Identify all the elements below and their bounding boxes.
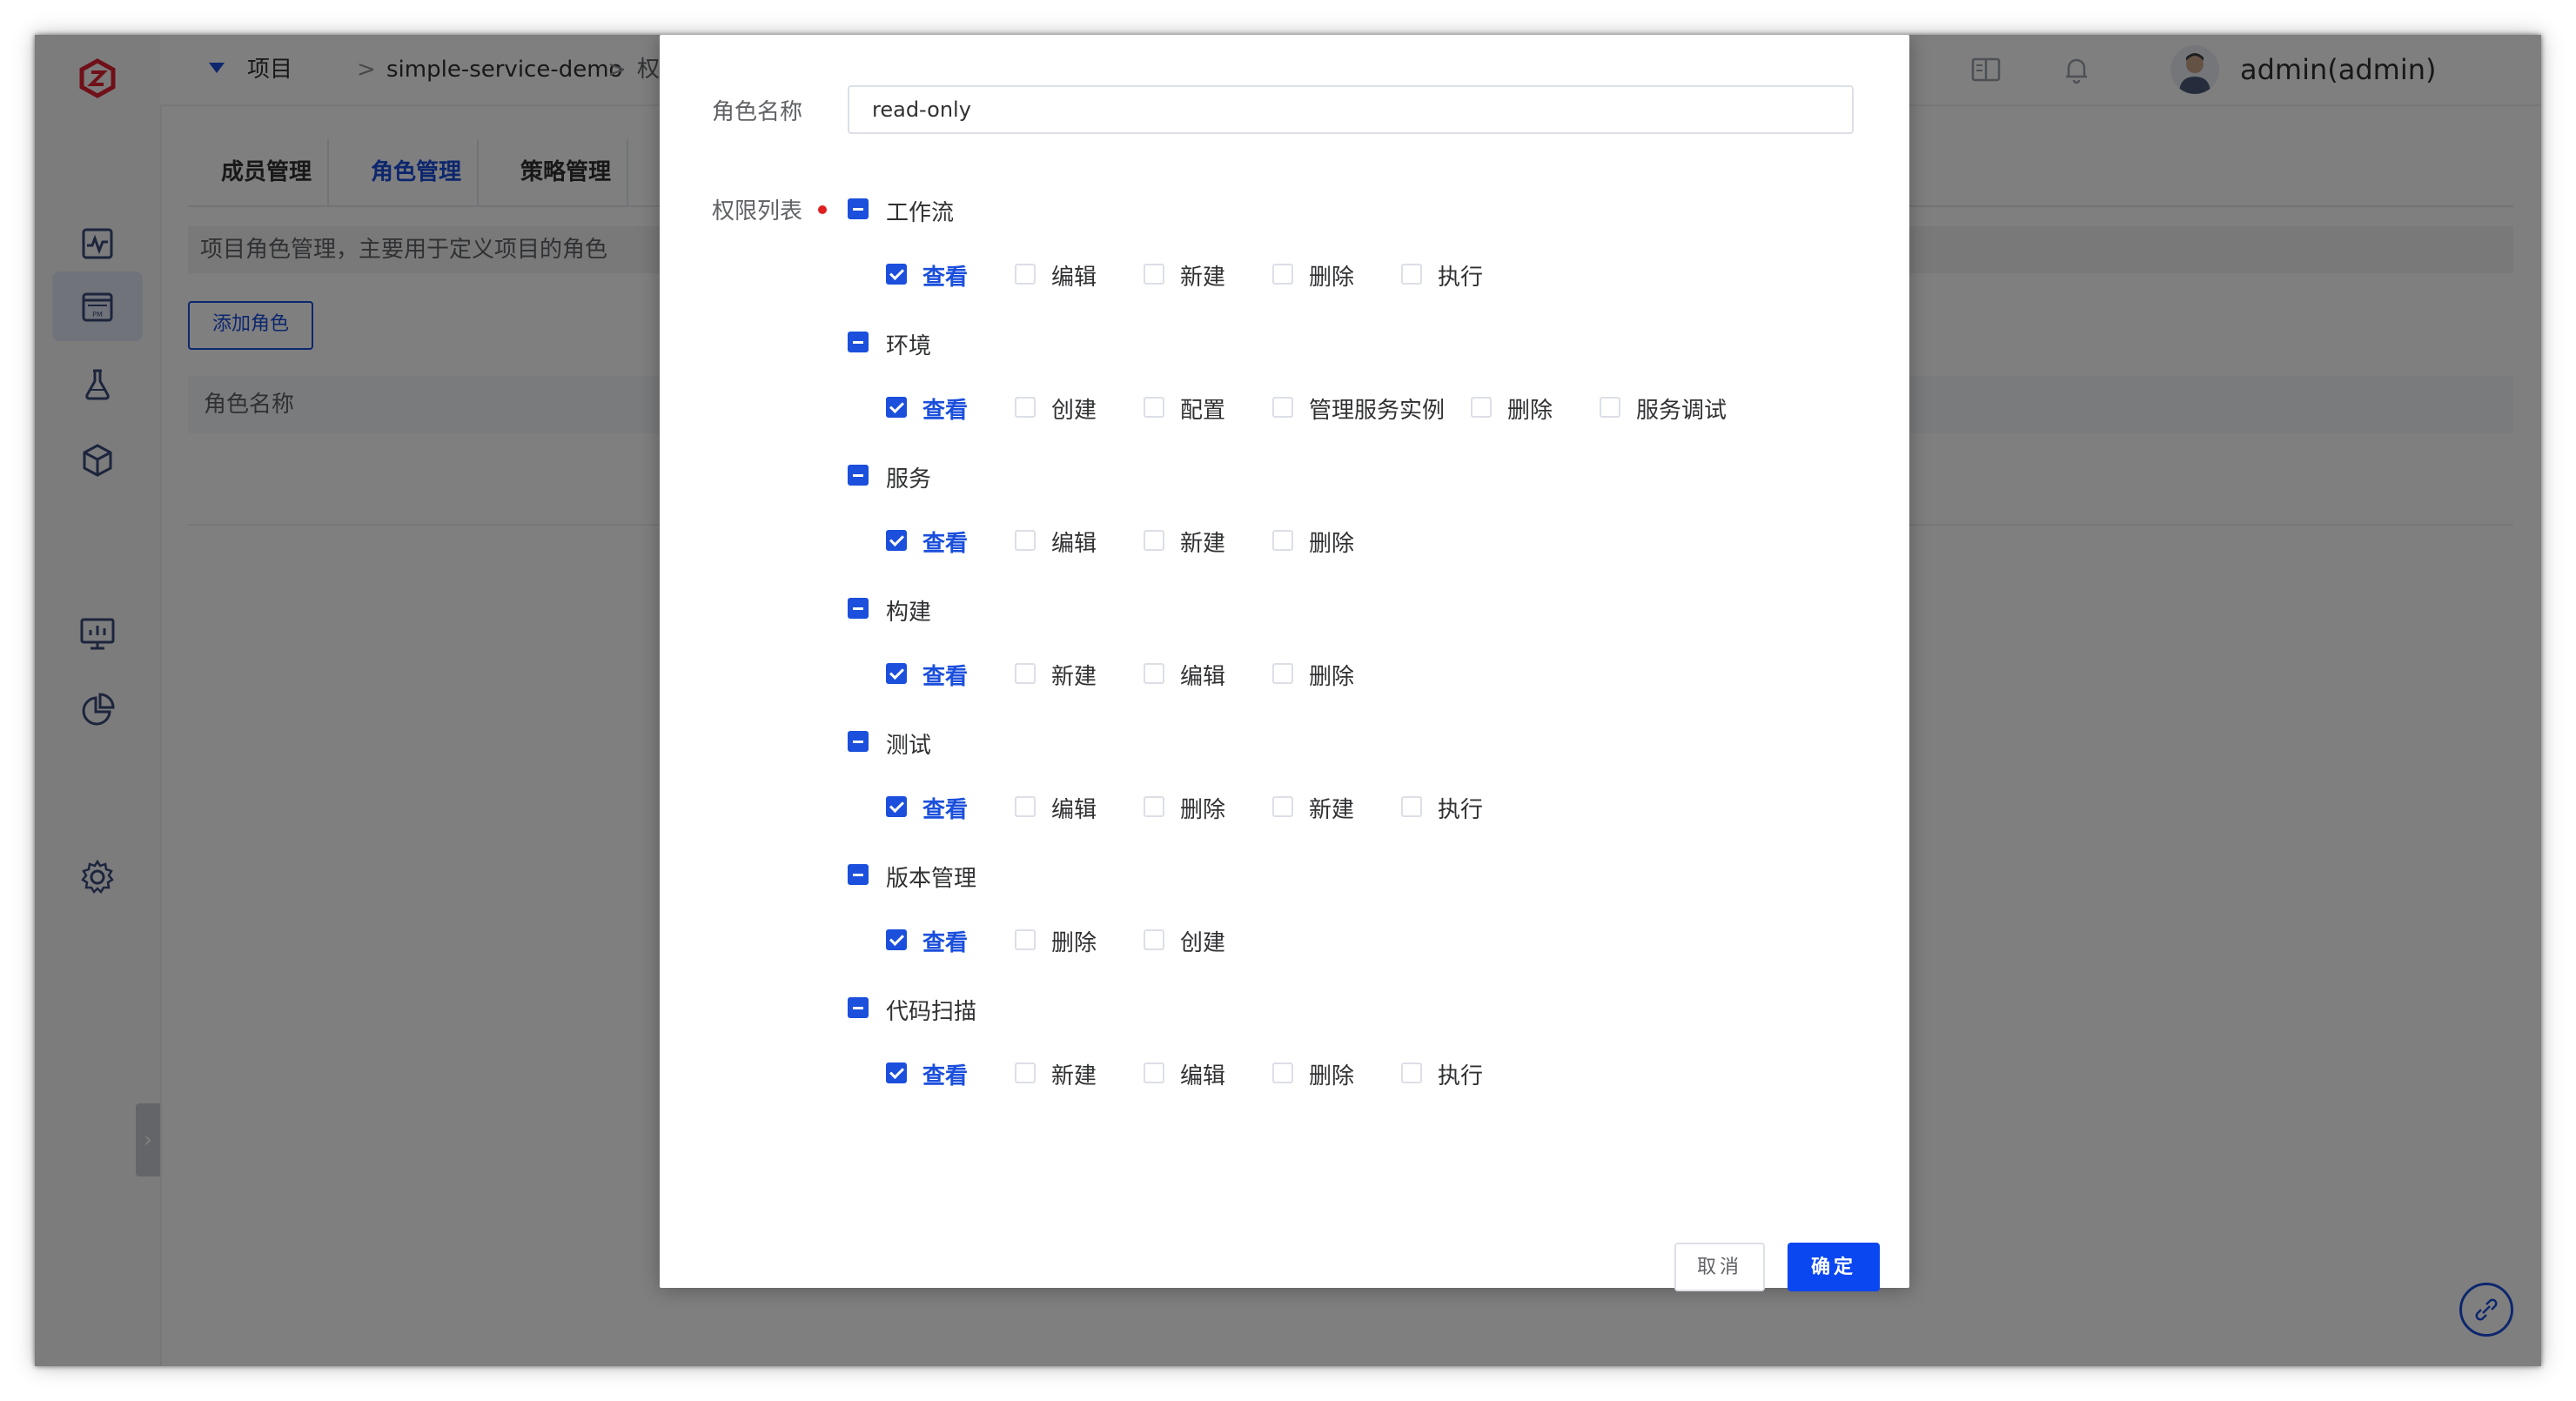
permission-checkbox[interactable]: [1401, 796, 1422, 817]
group-label: 环境: [886, 333, 932, 359]
permission-label: 管理服务实例: [1309, 398, 1446, 424]
group-checkbox[interactable]: [848, 997, 869, 1018]
permission-label: 删除: [1180, 797, 1226, 823]
permission-checkbox[interactable]: [1015, 264, 1036, 285]
permission-checkbox[interactable]: [1272, 1062, 1293, 1083]
permission-checkbox[interactable]: [1272, 663, 1293, 684]
permission-label: 执行: [1438, 797, 1484, 823]
role-name-label: 角色名称: [712, 99, 803, 125]
permission-label: 查看: [922, 930, 969, 956]
permission-label: 查看: [922, 531, 969, 557]
group-checkbox[interactable]: [848, 731, 869, 752]
permission-checkbox[interactable]: [886, 929, 907, 950]
group-checkbox[interactable]: [848, 198, 869, 219]
permission-label: 删除: [1309, 664, 1355, 690]
group-label: 构建: [886, 600, 932, 626]
permission-checkbox[interactable]: [886, 397, 907, 418]
cancel-button[interactable]: 取消: [1674, 1243, 1765, 1291]
permission-label: 服务调试: [1636, 398, 1727, 424]
permission-checkbox[interactable]: [1144, 663, 1164, 684]
permission-label: 执行: [1438, 1063, 1484, 1089]
permission-label: 创建: [1051, 398, 1097, 424]
permission-label: 新建: [1180, 265, 1226, 291]
group-label: 工作流: [886, 200, 955, 226]
group-checkbox[interactable]: [848, 598, 869, 619]
permission-label: 新建: [1309, 797, 1355, 823]
permission-label: 编辑: [1051, 797, 1097, 823]
group-checkbox[interactable]: [848, 465, 869, 486]
permission-label: 新建: [1051, 1063, 1097, 1089]
permission-label: 执行: [1438, 265, 1484, 291]
role-edit-dialog: 角色名称 权限列表 工作流查看编辑新建删除执行环境查看创建配置管理服务实例删除服…: [660, 35, 1909, 1291]
permission-label: 删除: [1051, 930, 1097, 956]
permission-label: 删除: [1309, 265, 1355, 291]
permission-label: 查看: [922, 1063, 969, 1089]
permission-checkbox[interactable]: [1015, 796, 1036, 817]
permission-label: 查看: [922, 797, 969, 823]
permission-checkbox[interactable]: [886, 796, 907, 817]
permission-checkbox[interactable]: [1144, 929, 1164, 950]
permission-checkbox[interactable]: [886, 663, 907, 684]
group-label: 服务: [886, 466, 932, 493]
permission-checkbox[interactable]: [1401, 1062, 1422, 1083]
permission-checkbox[interactable]: [1272, 796, 1293, 817]
permission-checkbox[interactable]: [1600, 397, 1620, 418]
permission-label: 查看: [922, 265, 969, 291]
permission-checkbox[interactable]: [1471, 397, 1492, 418]
permission-label: 编辑: [1180, 1063, 1226, 1089]
permission-checkbox[interactable]: [1401, 264, 1422, 285]
permission-checkbox[interactable]: [1144, 397, 1164, 418]
group-label: 代码扫描: [886, 999, 977, 1025]
permission-label: 查看: [922, 664, 969, 690]
permission-label: 编辑: [1051, 265, 1097, 291]
permission-checkbox[interactable]: [1015, 663, 1036, 684]
permission-label: 配置: [1180, 398, 1226, 424]
permission-checkbox[interactable]: [1272, 397, 1293, 418]
permission-label: 编辑: [1180, 664, 1226, 690]
permission-checkbox[interactable]: [1144, 530, 1164, 551]
permission-checkbox[interactable]: [1015, 1062, 1036, 1083]
app-window: PM › 项目 > simple-service-demo > 权限管: [35, 35, 2541, 1366]
permission-label: 编辑: [1051, 531, 1097, 557]
permission-checkbox[interactable]: [886, 1062, 907, 1083]
permission-label: 删除: [1507, 398, 1553, 424]
permission-checkbox[interactable]: [1272, 530, 1293, 551]
permission-checkbox[interactable]: [1015, 530, 1036, 551]
permission-checkbox[interactable]: [1015, 397, 1036, 418]
group-checkbox[interactable]: [848, 332, 869, 352]
permission-label: 创建: [1180, 930, 1226, 956]
permission-label: 查看: [922, 398, 969, 424]
permission-checkbox[interactable]: [886, 264, 907, 285]
permission-checkbox[interactable]: [1144, 796, 1164, 817]
permission-checkbox[interactable]: [886, 530, 907, 551]
group-label: 版本管理: [886, 866, 977, 892]
group-label: 测试: [886, 733, 932, 759]
group-checkbox[interactable]: [848, 864, 869, 885]
required-indicator: [818, 205, 827, 214]
permission-checkbox[interactable]: [1272, 264, 1293, 285]
permission-label: 删除: [1309, 531, 1355, 557]
permission-list-label: 权限列表: [712, 198, 803, 225]
permission-checkbox[interactable]: [1144, 1062, 1164, 1083]
confirm-button[interactable]: 确定: [1788, 1243, 1880, 1291]
role-name-input[interactable]: [848, 85, 1854, 134]
permission-checkbox[interactable]: [1015, 929, 1036, 950]
permission-label: 删除: [1309, 1063, 1355, 1089]
permission-label: 新建: [1180, 531, 1226, 557]
permission-label: 新建: [1051, 664, 1097, 690]
permission-checkbox[interactable]: [1144, 264, 1164, 285]
